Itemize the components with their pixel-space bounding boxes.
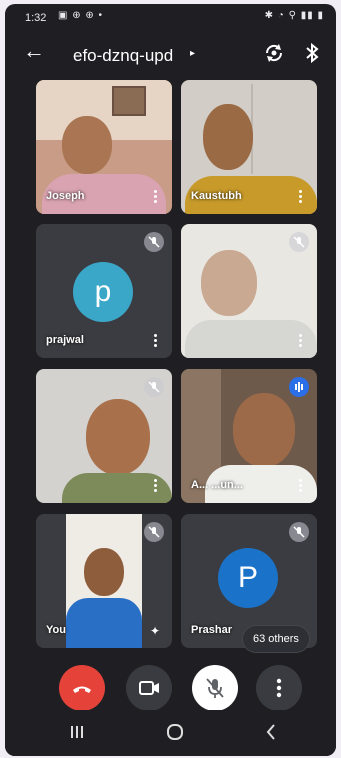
home-icon[interactable] [165, 722, 185, 742]
participant-name: A... ...un... [191, 479, 243, 491]
more-vert-icon[interactable] [154, 479, 158, 493]
participant-shirt [66, 598, 142, 648]
participant-face [62, 116, 112, 174]
camera-button[interactable] [126, 665, 172, 711]
mic-button[interactable] [192, 665, 238, 711]
participant-face [84, 548, 124, 596]
more-vert-icon[interactable] [299, 334, 303, 348]
bluetooth-icon[interactable] [305, 42, 319, 64]
camera-icon [139, 681, 159, 695]
participant-tile[interactable]: A... ...un... [181, 369, 317, 503]
avatar-initial: p [94, 275, 112, 308]
avatar: p [73, 262, 133, 322]
participant-face [233, 393, 295, 467]
participant-name: prajwal [46, 334, 84, 346]
participant-tile[interactable] [36, 369, 172, 503]
others-badge[interactable]: 63 others [243, 626, 309, 652]
back-icon[interactable] [264, 722, 278, 742]
back-arrow-icon[interactable]: ← [23, 40, 45, 62]
mic-off-icon [144, 522, 164, 542]
more-vert-icon[interactable] [154, 190, 158, 204]
effects-icon[interactable]: ✦ [150, 624, 160, 638]
status-time: 1:32 [25, 12, 47, 24]
participant-name: Joseph [46, 190, 85, 202]
participant-tile[interactable] [181, 224, 317, 358]
mic-on-icon [289, 377, 309, 397]
system-status-icons: ✱ ◔ ⚲ ▮▮ ▮ [264, 10, 324, 21]
wall-picture [112, 86, 146, 116]
participant-shirt [185, 320, 317, 358]
avatar: P [218, 548, 278, 608]
self-video [66, 514, 142, 648]
more-vert-icon[interactable] [299, 190, 303, 204]
end-call-button[interactable] [59, 665, 105, 711]
mic-off-icon [289, 522, 309, 542]
participant-tile[interactable]: Kaustubh [181, 80, 317, 214]
end-call-icon [73, 686, 91, 693]
caret-right-icon[interactable]: ▸ [190, 48, 195, 59]
meeting-header: ← efo-dznq-upd ▸ [5, 34, 336, 78]
more-vert-icon [276, 678, 282, 698]
system-nav-bar [5, 710, 336, 756]
self-view-tile[interactable]: You ✦ [36, 514, 172, 648]
status-bar: 1:32 ▣ ⊕ ⊕ • ✱ ◔ ⚲ ▮▮ ▮ [5, 4, 336, 30]
participant-name: You [46, 624, 66, 636]
participant-face [86, 399, 150, 475]
phone-screen: 1:32 ▣ ⊕ ⊕ • ✱ ◔ ⚲ ▮▮ ▮ ← efo-dznq-upd ▸… [5, 4, 336, 756]
mic-off-icon [289, 232, 309, 252]
more-vert-icon[interactable] [299, 479, 303, 493]
participant-name: Kaustubh [191, 190, 242, 202]
switch-camera-icon[interactable] [263, 42, 285, 64]
mic-muted-icon [206, 678, 224, 698]
participant-tile[interactable]: Joseph [36, 80, 172, 214]
participant-tile[interactable]: p prajwal [36, 224, 172, 358]
avatar-initial: P [237, 561, 258, 594]
more-vert-icon[interactable] [154, 334, 158, 348]
more-options-button[interactable] [256, 665, 302, 711]
mic-off-icon [144, 232, 164, 252]
mic-off-icon [144, 377, 164, 397]
participant-face [203, 104, 253, 170]
meeting-code[interactable]: efo-dznq-upd [73, 46, 173, 66]
participant-face [201, 250, 257, 316]
participant-name: Prashar [191, 624, 232, 636]
notification-icons: ▣ ⊕ ⊕ • [58, 10, 104, 21]
recents-icon[interactable] [69, 724, 85, 740]
